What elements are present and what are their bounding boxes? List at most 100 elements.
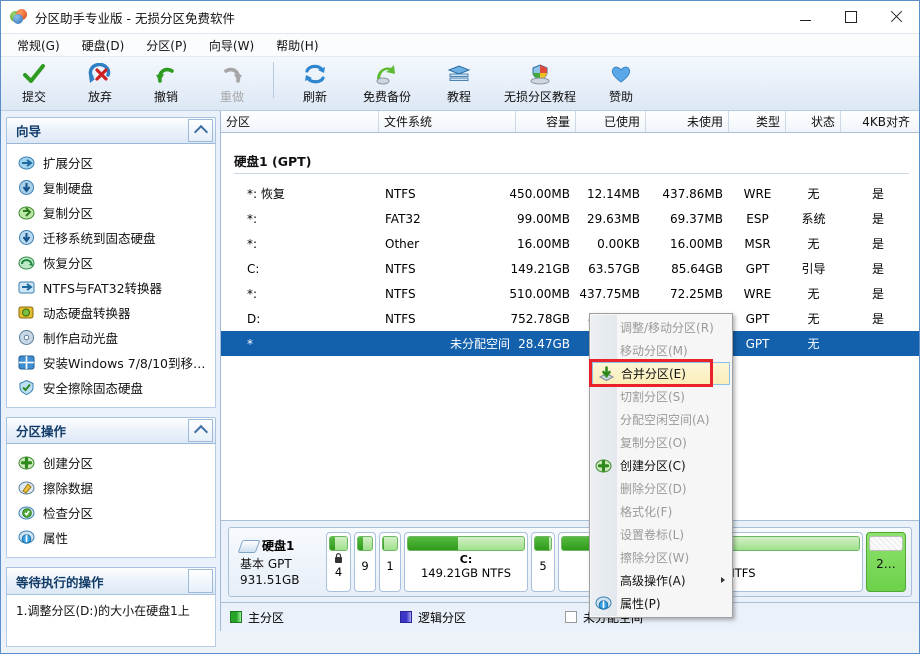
- context-menu-item-delete[interactable]: 删除分区(D): [590, 477, 732, 500]
- column-header-capacity[interactable]: 容量: [516, 111, 576, 132]
- wizard-panel-header[interactable]: 向导: [6, 117, 216, 144]
- wipe-data-icon: [18, 479, 35, 496]
- cell-capacity: 450.00MB: [516, 181, 576, 206]
- column-header-type[interactable]: 类型: [729, 111, 786, 132]
- context-menu-label: 创建分区(C): [620, 457, 686, 474]
- sidebar-item-create-partition[interactable]: 创建分区: [7, 450, 215, 475]
- disk-part-block[interactable]: 1: [379, 532, 401, 592]
- disk-part-block-unallocated[interactable]: 2…: [866, 532, 906, 592]
- sidebar-item-check-partition[interactable]: 检查分区: [7, 500, 215, 525]
- partition-ops-panel-title: 分区操作: [16, 421, 66, 440]
- context-menu-item-copy[interactable]: 复制分区(O): [590, 431, 732, 454]
- disk-part-block[interactable]: C: 149.21GB NTFS: [404, 532, 528, 592]
- sidebar-item-properties[interactable]: 属性: [7, 525, 215, 550]
- sidebar-item-copy-disk[interactable]: 复制硬盘: [7, 175, 215, 200]
- sidebar-item-bootable-cd[interactable]: 制作启动光盘: [7, 325, 215, 350]
- usage-bar: [407, 536, 525, 551]
- cell-type: GPT: [729, 306, 786, 331]
- context-menu-item-allocate-free-space[interactable]: 分配空闲空间(A): [590, 408, 732, 431]
- bootable-cd-icon: [18, 329, 35, 346]
- toolbar-button-partition-tutorial[interactable]: 无损分区教程: [492, 60, 588, 108]
- disk-name-row: 硬盘1: [240, 537, 326, 554]
- chevron-up-icon[interactable]: [188, 119, 213, 142]
- disk-map-row[interactable]: 硬盘1 基本 GPT 931.51GB 4: [228, 527, 912, 597]
- close-button[interactable]: [873, 1, 919, 33]
- sidebar-label-recover-partition: 恢复分区: [43, 253, 93, 272]
- context-menu-label: 擦除分区(W): [620, 549, 689, 566]
- pending-panel-toggle[interactable]: [188, 569, 213, 593]
- sidebar-item-recover-partition[interactable]: 恢复分区: [7, 250, 215, 275]
- sidebar-item-migrate-os[interactable]: 迁移系统到固态硬盘: [7, 225, 215, 250]
- sidebar-item-dynamic-disk[interactable]: 动态硬盘转换器: [7, 300, 215, 325]
- menu-item-general[interactable]: 常规(G): [7, 35, 72, 56]
- wizard-panel-body: 扩展分区 复制硬盘 复制分区 迁移系统到固态硬盘: [6, 144, 216, 408]
- cell-filesystem: Other: [379, 231, 516, 256]
- disk-part-block[interactable]: 5: [531, 532, 555, 592]
- sidebar-item-secure-erase[interactable]: 安全擦除固态硬盘: [7, 375, 215, 400]
- maximize-button[interactable]: [828, 1, 873, 33]
- column-header-filesystem[interactable]: 文件系统: [379, 111, 516, 132]
- sidebar-label-properties: 属性: [43, 528, 68, 547]
- context-menu-item-properties[interactable]: 属性(P): [590, 592, 732, 615]
- context-menu-item-move[interactable]: 移动分区(M): [590, 339, 732, 362]
- menu-item-partition[interactable]: 分区(P): [136, 35, 199, 56]
- toolbar-button-commit[interactable]: 提交: [1, 60, 67, 108]
- context-menu-item-split[interactable]: 切割分区(S): [590, 385, 732, 408]
- context-menu-label: 合并分区(E): [621, 365, 686, 382]
- context-menu-item-resize-move[interactable]: 调整/移动分区(R): [590, 316, 732, 339]
- partition-ops-panel-header[interactable]: 分区操作: [6, 417, 216, 444]
- toolbar-button-refresh[interactable]: 刷新: [282, 60, 348, 108]
- disk-part-block[interactable]: 9: [354, 532, 376, 592]
- toolbar-button-discard[interactable]: 放弃: [67, 60, 133, 108]
- disk-icon: [240, 540, 257, 552]
- sidebar-item-extend-partition[interactable]: 扩展分区: [7, 150, 215, 175]
- minimize-button[interactable]: [783, 1, 828, 33]
- menu-item-help[interactable]: 帮助(H): [266, 35, 330, 56]
- toolbar-button-tutorial[interactable]: 教程: [426, 60, 492, 108]
- cell-alignment: 是: [841, 181, 915, 206]
- table-row-selected[interactable]: * 未分配空间 28.47GB 0.00KB 28.47GB GPT 无: [221, 331, 919, 356]
- column-header-alignment[interactable]: 4KB对齐: [841, 111, 915, 132]
- sidebar-item-convert-fs[interactable]: NTFS与FAT32转换器: [7, 275, 215, 300]
- cell-used: 29.63MB: [576, 206, 646, 231]
- cell-alignment: 是: [841, 306, 915, 331]
- pending-panel-header[interactable]: 等待执行的操作: [6, 567, 216, 595]
- column-header-used[interactable]: 已使用: [576, 111, 646, 132]
- sidebar-item-wipe-data[interactable]: 擦除数据: [7, 475, 215, 500]
- table-row[interactable]: D: NTFS 752.78GB 44.82GB 707.97GB GPT 无 …: [221, 306, 919, 331]
- toolbar-label-commit: 提交: [22, 88, 46, 105]
- table-row[interactable]: *: NTFS 510.00MB 437.75MB 72.25MB WRE 无 …: [221, 281, 919, 306]
- cell-unused: 85.64GB: [646, 256, 729, 281]
- sidebar-label-copy-disk: 复制硬盘: [43, 178, 93, 197]
- column-header-unused[interactable]: 未使用: [646, 111, 729, 132]
- toolbar-button-backup[interactable]: 免费备份: [348, 60, 426, 108]
- context-menu-item-format[interactable]: 格式化(F): [590, 500, 732, 523]
- table-row[interactable]: *: FAT32 99.00MB 29.63MB 69.37MB ESP 系统 …: [221, 206, 919, 231]
- context-menu-item-merge[interactable]: 合并分区(E): [592, 362, 730, 385]
- toolbar-button-donate[interactable]: 赞助: [588, 60, 654, 108]
- context-menu-item-set-label[interactable]: 设置卷标(L): [590, 523, 732, 546]
- cell-filesystem: 未分配空间: [379, 331, 516, 356]
- cell-capacity: 99.00MB: [516, 206, 576, 231]
- undo-cancel-icon: [86, 62, 114, 86]
- context-menu-item-create[interactable]: 创建分区(C): [590, 454, 732, 477]
- toolbar-button-redo[interactable]: 重做: [199, 60, 265, 108]
- chevron-up-icon[interactable]: [188, 419, 213, 442]
- table-row[interactable]: *: 恢复 NTFS 450.00MB 12.14MB 437.86MB WRE…: [221, 181, 919, 206]
- context-menu-item-advanced[interactable]: 高级操作(A): [590, 569, 732, 592]
- disk-size: 931.51GB: [240, 573, 326, 587]
- context-menu-label: 高级操作(A): [620, 572, 686, 589]
- sidebar-item-copy-partition[interactable]: 复制分区: [7, 200, 215, 225]
- column-header-partition[interactable]: 分区: [221, 111, 379, 132]
- menu-item-wizard[interactable]: 向导(W): [199, 35, 266, 56]
- menu-item-disk[interactable]: 硬盘(D): [72, 35, 137, 56]
- context-menu-item-wipe[interactable]: 擦除分区(W): [590, 546, 732, 569]
- recover-partition-icon: [18, 254, 35, 271]
- disk-part-block[interactable]: 4: [326, 532, 351, 592]
- sidebar-item-win-to-go[interactable]: 安装Windows 7/8/10到移…: [7, 350, 215, 375]
- toolbar-button-undo[interactable]: 撤销: [133, 60, 199, 108]
- table-row[interactable]: *: Other 16.00MB 0.00KB 16.00MB MSR 无 是: [221, 231, 919, 256]
- window-controls: [783, 1, 919, 33]
- column-header-status[interactable]: 状态: [786, 111, 841, 132]
- table-row[interactable]: C: NTFS 149.21GB 63.57GB 85.64GB GPT 引导 …: [221, 256, 919, 281]
